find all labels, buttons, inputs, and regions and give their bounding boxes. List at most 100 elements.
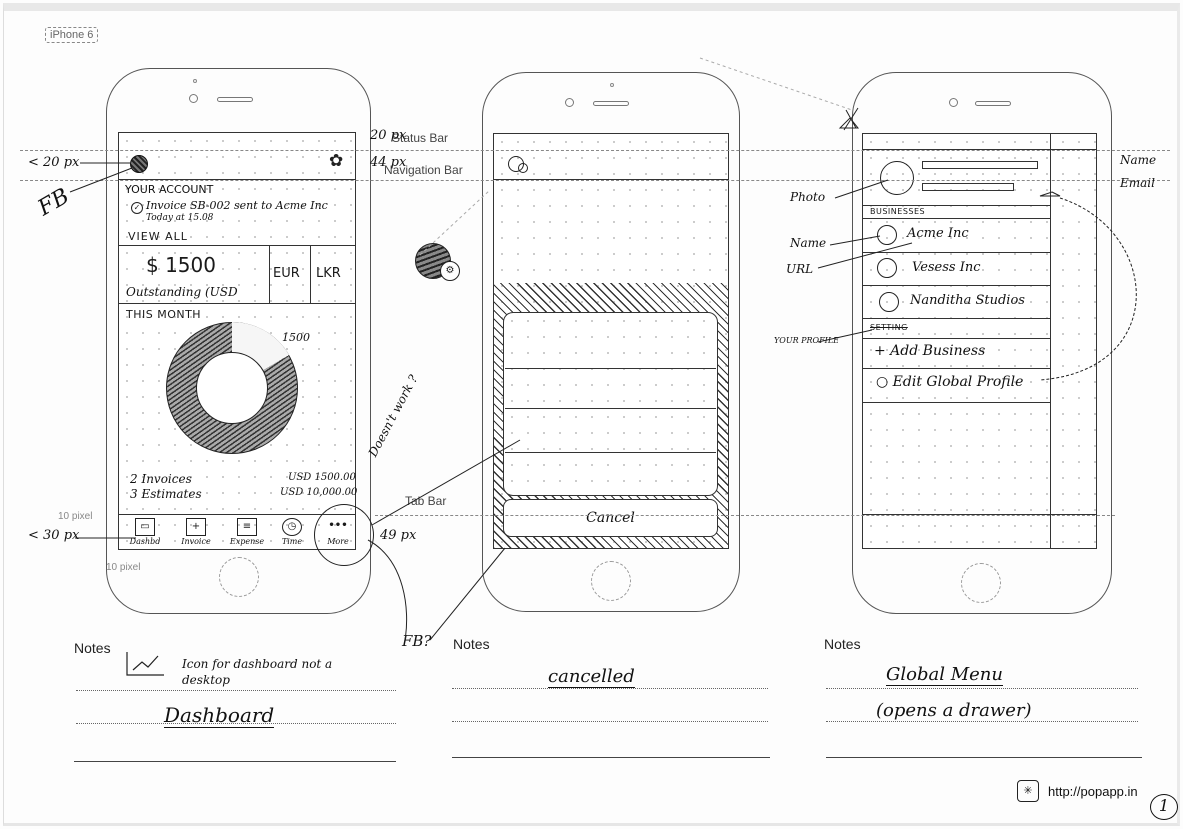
name-annotation: Name	[790, 236, 827, 250]
summary-invoices-value: USD 1500.00	[288, 472, 356, 483]
divider	[118, 245, 356, 246]
tab-label: Invoice	[181, 537, 211, 546]
business-logo	[877, 258, 897, 278]
note-rule	[74, 761, 396, 762]
currency-tab-lkr[interactable]: LKR	[316, 266, 341, 281]
note-rule	[76, 690, 396, 691]
page-number: 1	[1150, 794, 1178, 820]
menu-edit-global-profile[interactable]: ○ Edit Global Profile	[876, 374, 1023, 390]
sheet-option-divider	[505, 408, 716, 409]
new-invoice-icon: +	[186, 518, 206, 536]
front-camera	[565, 98, 574, 107]
earpiece-speaker	[975, 101, 1011, 106]
tab-invoice[interactable]: + Invoice	[176, 518, 216, 546]
outstanding-caption: Outstanding (USD	[126, 285, 238, 299]
status-bar-guide	[20, 150, 1170, 151]
tab-bar-guide	[375, 515, 1115, 516]
tab-bar-guide-label: Tab Bar	[405, 494, 447, 508]
receipt-icon: ≡	[237, 518, 257, 536]
cancel-button[interactable]: Cancel	[503, 499, 718, 537]
donut-value-label: 1500	[282, 331, 310, 344]
tab-label: Expense	[229, 537, 265, 546]
email-field-annotation: Email	[1120, 176, 1155, 190]
note-2-line-1: cancelled	[548, 666, 635, 688]
business-item-acme[interactable]: Acme Inc	[907, 226, 969, 241]
profile-email-field	[922, 183, 1014, 191]
note-rule	[76, 723, 396, 724]
your-profile-annotation: YOUR PROFILE	[774, 336, 839, 345]
front-camera	[949, 98, 958, 107]
home-button	[961, 563, 1001, 603]
divider	[862, 402, 1050, 403]
note-rule	[452, 757, 770, 758]
divider	[310, 245, 311, 303]
activity-text[interactable]: Invoice SB-002 sent to Acme Inc	[146, 199, 328, 212]
nav-bar-guide	[20, 180, 1170, 181]
fb-question-annotation: FB?	[402, 632, 432, 650]
business-logo	[877, 225, 897, 245]
activity-time: Today at 15.08	[146, 213, 214, 223]
note-rule	[452, 721, 768, 722]
fab-gear-icon: ⚙	[440, 261, 460, 281]
divider	[862, 338, 1050, 339]
sensor-dot	[610, 83, 614, 87]
divider	[862, 252, 1050, 253]
note-rule	[826, 688, 1138, 689]
your-account-title: YOUR ACCOUNT	[125, 183, 214, 196]
tab-label: Dashbd	[129, 537, 161, 546]
popapp-logo-icon: ✳	[1017, 780, 1039, 802]
avatar-badge	[518, 163, 528, 173]
businesses-header: BUSINESSES	[870, 207, 926, 216]
business-item-vesess[interactable]: Vesess Inc	[912, 260, 981, 275]
note-1-line-2: Dashboard	[164, 703, 275, 728]
screen-global-menu	[862, 133, 1097, 549]
device-label: iPhone 6	[45, 27, 99, 43]
profile-photo[interactable]	[880, 161, 914, 195]
this-month-title: THIS MONTH	[126, 308, 202, 321]
menu-add-business[interactable]: + Add Business	[874, 343, 985, 359]
home-button	[591, 561, 631, 601]
earpiece-speaker	[593, 101, 629, 106]
outstanding-amount: $ 1500	[146, 253, 216, 277]
divider	[862, 218, 1050, 219]
tab-dashboard[interactable]: ▭ Dashbd	[125, 518, 165, 546]
summary-invoices-label: 2 Invoices	[130, 472, 192, 486]
business-logo	[879, 292, 899, 312]
tab-time[interactable]: ◷ Time	[272, 518, 312, 546]
donut-hole	[196, 352, 268, 424]
nav-bar-px-annotation: 44 px	[370, 155, 407, 170]
note-3-line-2: (opens a drawer)	[876, 700, 1032, 721]
footer-url-link[interactable]: http://popapp.in	[1048, 784, 1138, 799]
summary-estimates-label: 3 Estimates	[130, 487, 202, 501]
tab-label: Time	[281, 537, 303, 546]
notes-label-1: Notes	[74, 640, 111, 656]
note-rule	[452, 688, 768, 689]
stopwatch-icon: ◷	[282, 518, 302, 536]
status-bar-px-annotation: 20 px	[370, 128, 407, 143]
url-annotation: URL	[786, 262, 814, 276]
currency-tab-eur[interactable]: EUR	[273, 266, 300, 281]
more-tab-highlight-circle	[314, 504, 374, 566]
action-sheet-menu	[503, 312, 718, 496]
view-all-link[interactable]: VIEW ALL	[128, 230, 188, 243]
ten-pixel-bottom-label: 10 pixel	[106, 562, 141, 573]
notes-label-3: Notes	[824, 636, 861, 652]
tab-expense[interactable]: ≡ Expense	[227, 518, 267, 546]
desktop-icon: ▭	[135, 518, 155, 536]
sheet-option-divider	[505, 452, 716, 453]
note-3-line-1: Global Menu	[886, 664, 1003, 686]
settings-header: SETTING	[870, 323, 908, 332]
settings-gear-icon[interactable]: ✿	[329, 153, 343, 170]
drawer-edge	[1050, 133, 1051, 549]
sheet-option-divider	[505, 368, 716, 369]
earpiece-speaker	[217, 97, 253, 102]
note-rule	[826, 757, 1142, 758]
profile-avatar-button[interactable]	[130, 155, 148, 173]
home-button	[219, 557, 259, 597]
sensor-dot	[193, 79, 197, 83]
divider	[862, 318, 1050, 319]
divider	[269, 245, 270, 303]
profile-name-field	[922, 161, 1038, 169]
business-item-nanditha[interactable]: Nanditha Studios	[910, 293, 1025, 308]
note-rule	[826, 721, 1138, 722]
